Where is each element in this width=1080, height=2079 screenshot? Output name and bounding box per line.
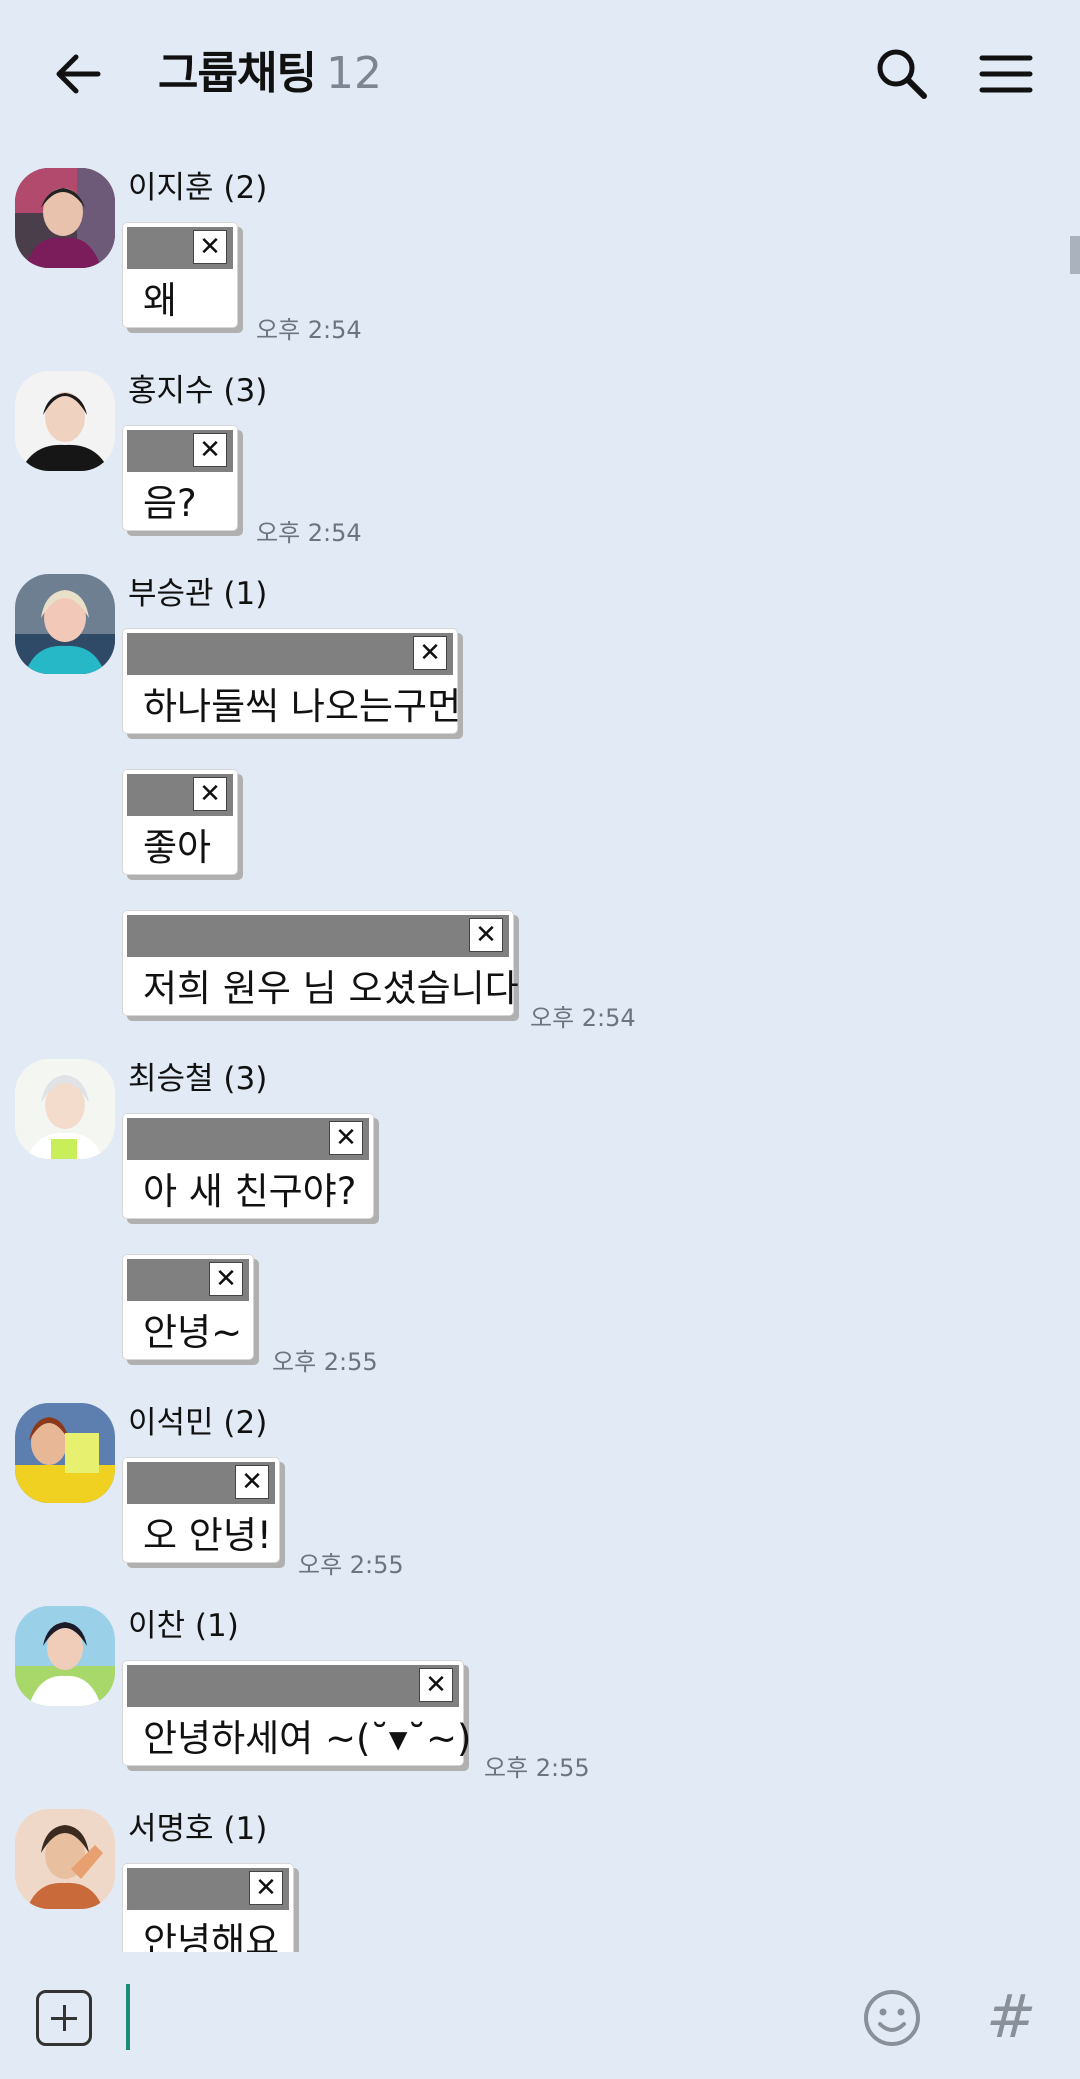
emoji-icon[interactable] <box>862 1988 922 2048</box>
message-text: 안녕하세여 ~(˘▾˘~) <box>143 1717 472 1760</box>
avatar-lee-jihoon[interactable] <box>15 168 115 268</box>
avatar-lee-seokmin[interactable] <box>15 1403 115 1503</box>
sender-name: 이석민 (2) <box>128 1405 268 1441</box>
close-icon[interactable]: ✕ <box>193 777 227 811</box>
avatar-hong-jisoo[interactable] <box>15 371 115 471</box>
message-input[interactable] <box>124 1984 824 2050</box>
message-text: 아 새 친구야? <box>143 1170 357 1213</box>
sender-name: 이지훈 (2) <box>128 170 268 206</box>
avatar-choi-seungcheol[interactable] <box>15 1059 115 1159</box>
menu-icon[interactable] <box>978 44 1034 104</box>
message-time: 오후 2:55 <box>298 1551 404 1579</box>
message-time: 오후 2:54 <box>530 1004 636 1032</box>
bubble-title-bar <box>127 915 509 957</box>
member-count: 12 <box>326 48 382 99</box>
message-bubble[interactable]: ✕ 안녕~ <box>122 1254 254 1360</box>
sender-name: 홍지수 (3) <box>128 373 268 409</box>
avatar-boo-seungkwan[interactable] <box>15 574 115 674</box>
avatar-lee-chan[interactable] <box>15 1606 115 1706</box>
message-text: 좋아 <box>143 826 212 869</box>
message-text: 안녕해요 <box>143 1920 280 1952</box>
sender-name: 최승철 (3) <box>128 1061 268 1097</box>
close-icon[interactable]: ✕ <box>413 636 447 670</box>
message-input-bar: # <box>0 1952 1080 2079</box>
avatar-seo-myungho[interactable] <box>15 1809 115 1909</box>
message-time: 오후 2:54 <box>256 519 362 547</box>
message-list[interactable]: 이지훈 (2) ✕ 왜 오후 2:54 홍지수 (3) ✕ 음? 오후 2:54… <box>0 150 1080 1952</box>
message-bubble[interactable]: ✕ 안녕하세여 ~(˘▾˘~) <box>122 1660 471 1766</box>
message-bubble[interactable]: ✕ 안녕해요 <box>122 1863 294 1952</box>
message-bubble[interactable]: ✕ 하나둘씩 나오는구먼 <box>122 628 462 734</box>
message-bubble[interactable]: ✕ 아 새 친구야? <box>122 1113 374 1219</box>
bubble-title-bar <box>127 633 453 675</box>
message-time: 오후 2:55 <box>484 1754 590 1782</box>
search-icon[interactable] <box>872 44 932 104</box>
bubble-title-bar <box>127 1665 459 1707</box>
message-bubble[interactable]: ✕ 음? <box>122 425 238 531</box>
chat-header: 그룹채팅 12 <box>0 0 1080 150</box>
close-icon[interactable]: ✕ <box>249 1871 283 1905</box>
sender-name: 이찬 (1) <box>128 1608 239 1644</box>
back-arrow-icon[interactable] <box>48 44 108 104</box>
close-icon[interactable]: ✕ <box>193 433 227 467</box>
close-icon[interactable]: ✕ <box>209 1262 243 1296</box>
message-time: 오후 2:54 <box>256 316 362 344</box>
text-caret <box>126 1984 130 2050</box>
sender-name: 서명호 (1) <box>128 1811 268 1847</box>
close-icon[interactable]: ✕ <box>329 1121 363 1155</box>
hashtag-icon[interactable]: # <box>986 1982 1036 2052</box>
message-text: 저희 원우 님 오셨습니다 <box>143 967 519 1010</box>
sender-name: 부승관 (1) <box>128 576 268 612</box>
message-bubble[interactable]: ✕ 좋아 <box>122 769 238 875</box>
chat-title: 그룹채팅 <box>158 48 317 99</box>
close-icon[interactable]: ✕ <box>235 1465 269 1499</box>
message-text: 하나둘씩 나오는구먼 <box>143 685 462 728</box>
close-icon[interactable]: ✕ <box>193 230 227 264</box>
message-bubble[interactable]: ✕ 왜 <box>122 222 238 328</box>
message-time: 오후 2:55 <box>272 1348 378 1376</box>
message-text: 오 안녕! <box>143 1514 272 1557</box>
add-attachment-button[interactable] <box>36 1990 92 2046</box>
close-icon[interactable]: ✕ <box>419 1668 453 1702</box>
message-text: 왜 <box>143 279 178 322</box>
message-bubble[interactable]: ✕ 저희 원우 님 오셨습니다 <box>122 910 519 1016</box>
close-icon[interactable]: ✕ <box>469 918 503 952</box>
message-text: 안녕~ <box>143 1311 243 1354</box>
message-text: 음? <box>143 482 197 525</box>
message-bubble[interactable]: ✕ 오 안녕! <box>122 1457 280 1563</box>
